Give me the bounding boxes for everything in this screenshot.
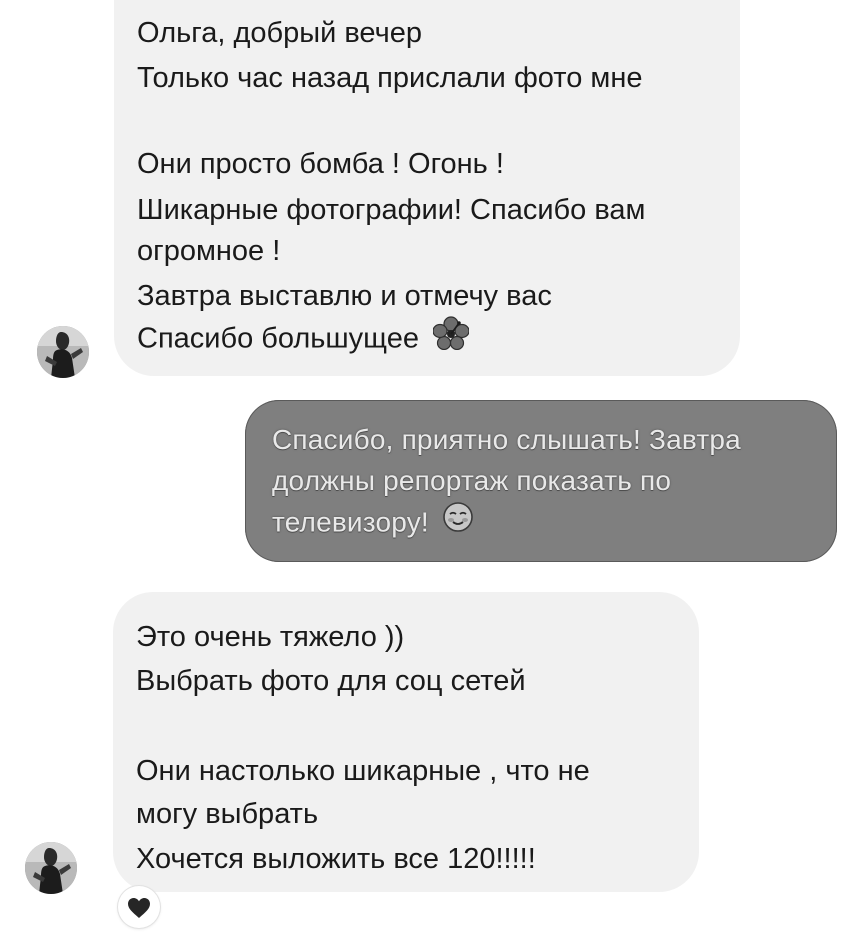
- avatar[interactable]: [25, 842, 77, 894]
- message-line: Выбрать фото для соц сетей: [136, 665, 526, 697]
- message-line: Они просто бомба ! Огонь !: [137, 148, 504, 180]
- message-line: Шикарные фотографии! Спасибо вам: [137, 194, 646, 226]
- message-line: Хочется выложить все 120!!!!!: [136, 843, 536, 875]
- message-line: должны репортаж показать по: [272, 465, 672, 496]
- reaction-badge[interactable]: [118, 886, 160, 928]
- message-line: Они настолько шикарные , что не: [136, 755, 590, 787]
- hibiscus-flower-icon: [432, 316, 470, 360]
- message-line: Спасибо, приятно слышать! Завтра: [272, 424, 741, 455]
- message-line: Только час назад прислали фото мне: [137, 62, 643, 94]
- smiling-face-icon: [441, 500, 475, 544]
- message-line: Ольга, добрый вечер: [137, 17, 422, 49]
- message-line-text: Спасибо большущее: [137, 322, 419, 355]
- message-line: Спасибо большущее: [137, 316, 470, 362]
- message-line-text: телевизору!: [272, 506, 429, 538]
- message-line: телевизору!: [272, 502, 475, 546]
- message-line: Завтра выставлю и отмечу вас: [137, 280, 552, 312]
- black-heart-icon: [128, 898, 150, 918]
- message-line: огромное !: [137, 235, 281, 267]
- message-line: Это очень тяжело )): [136, 621, 405, 653]
- avatar[interactable]: [37, 326, 89, 378]
- message-line: могу выбрать: [136, 798, 319, 830]
